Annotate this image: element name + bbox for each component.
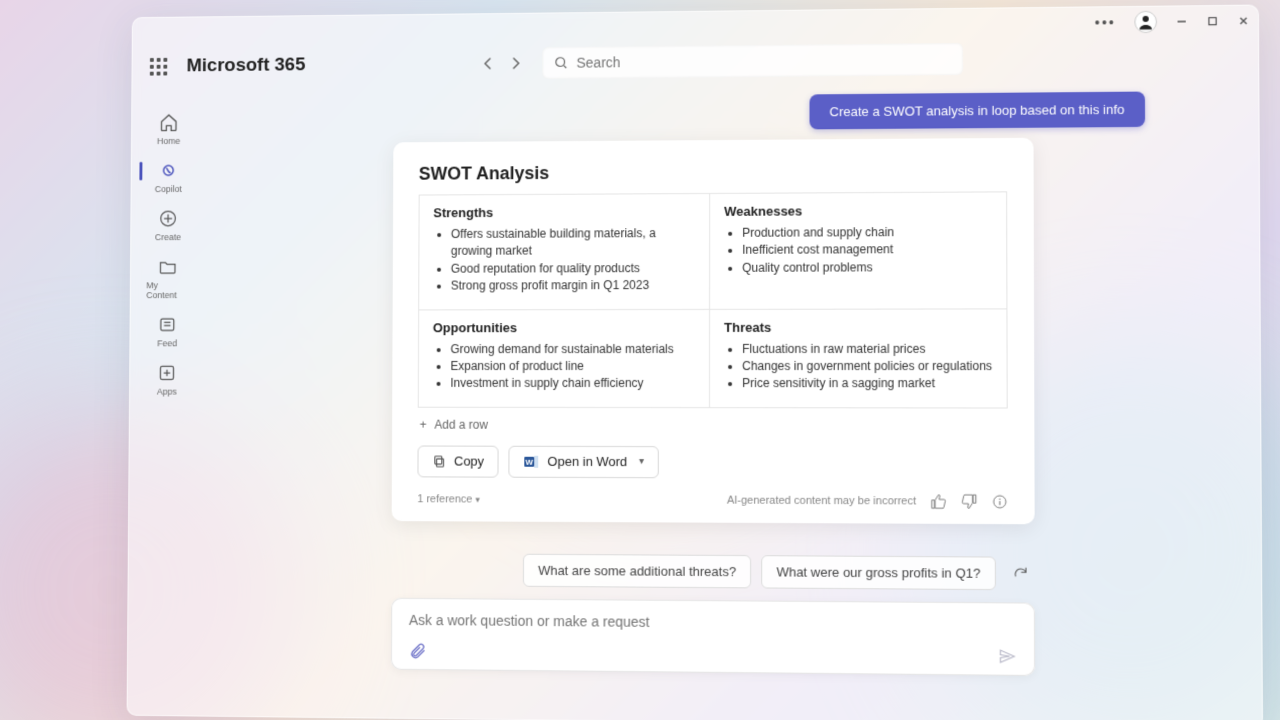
rail-label: Feed [157, 338, 177, 348]
copy-icon [432, 454, 446, 468]
send-icon[interactable] [998, 647, 1017, 666]
prompt-box[interactable] [391, 598, 1035, 676]
apps-icon [156, 362, 177, 384]
swot-item: Growing demand for sustainable materials [450, 341, 695, 358]
search-box[interactable] [543, 43, 964, 79]
swot-strengths: Strengths Offers sustainable building ma… [419, 194, 710, 310]
swot-grid: Strengths Offers sustainable building ma… [418, 191, 1008, 408]
info-icon[interactable] [992, 493, 1008, 509]
suggestion-chip[interactable]: What are some additional threats? [523, 553, 751, 588]
window-close[interactable] [1237, 15, 1249, 27]
feed-icon [157, 314, 178, 336]
swot-weaknesses: Weaknesses Production and supply chain I… [710, 192, 1006, 309]
chevron-down-icon: ▾ [475, 494, 480, 504]
window-titlebar: ••• [1095, 10, 1250, 34]
card-title: SWOT Analysis [419, 160, 1007, 185]
rail-apps[interactable]: Apps [145, 362, 188, 397]
swot-heading: Weaknesses [724, 203, 992, 219]
prompt-input[interactable] [409, 612, 1017, 633]
search-icon [555, 56, 569, 70]
swot-item: Inefficient cost management [742, 241, 992, 259]
word-icon: W [524, 454, 540, 470]
swot-opportunities: Opportunities Growing demand for sustain… [419, 309, 710, 406]
rail-label: Home [157, 136, 180, 146]
rail-label: Create [155, 232, 181, 242]
suggestion-row: What are some additional threats? What w… [391, 553, 1035, 590]
swot-item: Changes in government policies or regula… [742, 358, 992, 376]
open-in-word-button[interactable]: W Open in Word ▾ [509, 445, 659, 477]
copilot-icon [158, 160, 179, 182]
swot-heading: Strengths [433, 204, 695, 220]
nav-back[interactable] [482, 57, 496, 71]
add-row-button[interactable]: + Add a row [418, 407, 1008, 446]
swot-item: Good reputation for quality products [451, 260, 695, 278]
attach-icon[interactable] [409, 642, 427, 660]
swot-item: Quality control problems [742, 259, 992, 277]
main-area: Create a SWOT analysis in loop based on … [205, 91, 1230, 717]
swot-item: Strong gross profit margin in Q1 2023 [451, 277, 695, 295]
app-launcher-icon[interactable] [150, 58, 167, 76]
folder-icon [157, 256, 178, 278]
swot-heading: Threats [724, 319, 992, 334]
rail-label: My Content [146, 280, 189, 300]
thumbs-up-icon[interactable] [930, 493, 946, 509]
swot-item: Price sensitivity in a sagging market [742, 375, 992, 393]
window-minimize[interactable] [1175, 15, 1187, 27]
rail-create[interactable]: Create [147, 208, 190, 243]
rail-home[interactable]: Home [147, 111, 190, 146]
rail-label: Copilot [155, 184, 182, 194]
swot-item: Investment in supply chain efficiency [450, 375, 695, 393]
user-message-bubble: Create a SWOT analysis in loop based on … [809, 92, 1145, 130]
rail-copilot[interactable]: Copilot [147, 159, 190, 194]
disclaimer-text: AI-generated content may be incorrect [727, 494, 916, 507]
rail-feed[interactable]: Feed [146, 314, 189, 348]
reference-link[interactable]: 1 reference ▾ [417, 493, 480, 505]
search-input[interactable] [576, 51, 951, 71]
brand-title: Microsoft 365 [186, 55, 305, 78]
chevron-down-icon: ▾ [639, 456, 644, 467]
rail-mycontent[interactable]: My Content [146, 256, 189, 300]
plus-icon: + [420, 417, 427, 431]
response-card: SWOT Analysis Strengths Offers sustainab… [392, 138, 1035, 524]
nav-arrows [482, 56, 523, 70]
nav-forward[interactable] [509, 56, 523, 70]
copy-label: Copy [454, 454, 484, 469]
create-icon [157, 208, 178, 230]
refresh-suggestions[interactable] [1006, 559, 1035, 588]
copy-button[interactable]: Copy [417, 445, 498, 477]
app-header: Microsoft 365 [132, 6, 1258, 89]
thumbs-down-icon[interactable] [961, 493, 977, 509]
card-footer: 1 reference ▾ AI-generated content may b… [417, 491, 1008, 510]
more-menu[interactable]: ••• [1095, 14, 1116, 30]
add-row-label: Add a row [434, 417, 487, 431]
svg-text:W: W [526, 457, 534, 466]
open-in-word-label: Open in Word [547, 454, 627, 469]
swot-item: Offers sustainable building materials, a… [451, 225, 695, 261]
left-rail: Home Copilot Create My Content Feed [140, 111, 196, 396]
home-icon [158, 112, 179, 134]
card-actions: Copy W Open in Word ▾ [417, 445, 1007, 479]
app-window: ••• Microsoft 365 [127, 5, 1263, 720]
rail-label: Apps [157, 387, 177, 397]
swot-threats: Threats Fluctuations in raw material pri… [710, 309, 1007, 407]
swot-heading: Opportunities [433, 320, 695, 335]
swot-item: Fluctuations in raw material prices [742, 340, 992, 358]
user-avatar[interactable] [1134, 11, 1157, 33]
swot-item: Production and supply chain [742, 224, 992, 243]
swot-item: Expansion of product line [450, 358, 695, 375]
window-maximize[interactable] [1206, 15, 1218, 27]
suggestion-chip[interactable]: What were our gross profits in Q1? [761, 555, 996, 590]
